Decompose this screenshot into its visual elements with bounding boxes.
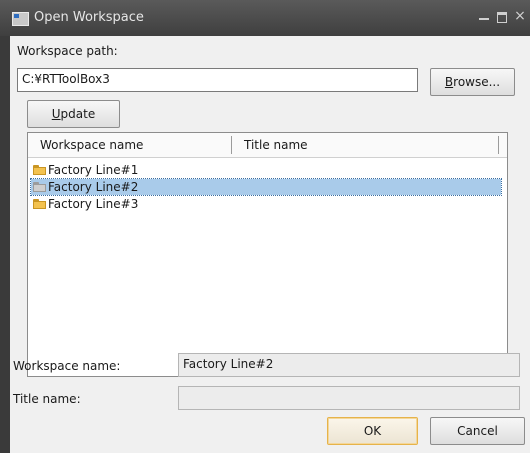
title-name-label: Title name: xyxy=(13,392,81,406)
list-item-label: Factory Line#3 xyxy=(48,197,139,211)
window-title: Open Workspace xyxy=(34,10,144,25)
column-separator[interactable] xyxy=(231,136,232,154)
update-mnemonic: U xyxy=(51,107,61,121)
update-button[interactable]: Update xyxy=(27,100,120,128)
list-item-label: Factory Line#1 xyxy=(48,163,139,177)
minimize-icon[interactable] xyxy=(476,8,492,24)
column-header-title-name[interactable]: Title name xyxy=(244,138,308,152)
list-item-label: Factory Line#2 xyxy=(48,180,139,194)
title-name-field[interactable] xyxy=(178,386,520,410)
close-icon[interactable]: × xyxy=(512,8,528,24)
column-header-workspace-name[interactable]: Workspace name xyxy=(40,138,143,152)
list-item-selected[interactable]: Factory Line#2 xyxy=(30,178,502,196)
workspace-name-field[interactable]: Factory Line#2 xyxy=(178,353,520,377)
update-label: pdate xyxy=(60,107,96,121)
workspace-list[interactable]: Workspace name Title name Factory Line#1… xyxy=(27,132,508,377)
workspace-name-label: Workspace name: xyxy=(13,359,121,373)
browse-button[interactable]: Browse... xyxy=(430,68,515,96)
browse-label: rowse... xyxy=(453,75,501,89)
list-item[interactable]: Factory Line#1 xyxy=(31,162,501,178)
title-bar[interactable]: Open Workspace × xyxy=(0,0,530,36)
maximize-icon[interactable] xyxy=(494,8,510,24)
workspace-path-label: Workspace path: xyxy=(17,44,118,58)
list-item[interactable]: Factory Line#3 xyxy=(31,196,501,212)
ok-button[interactable]: OK xyxy=(327,417,418,445)
browse-mnemonic: B xyxy=(444,75,454,89)
workspace-path-input[interactable]: C:¥RTToolBox3 xyxy=(17,68,418,92)
column-separator[interactable] xyxy=(498,136,499,154)
folder-icon xyxy=(33,199,46,209)
folder-icon xyxy=(33,182,46,192)
window-app-icon xyxy=(12,12,29,26)
open-workspace-window: Open Workspace × Workspace path: C:¥RTTo… xyxy=(0,0,530,453)
folder-icon xyxy=(33,165,46,175)
list-header: Workspace name Title name xyxy=(28,133,507,158)
cancel-button[interactable]: Cancel xyxy=(430,417,525,445)
dialog-body: Workspace path: C:¥RTToolBox3 Browse... … xyxy=(10,36,530,453)
